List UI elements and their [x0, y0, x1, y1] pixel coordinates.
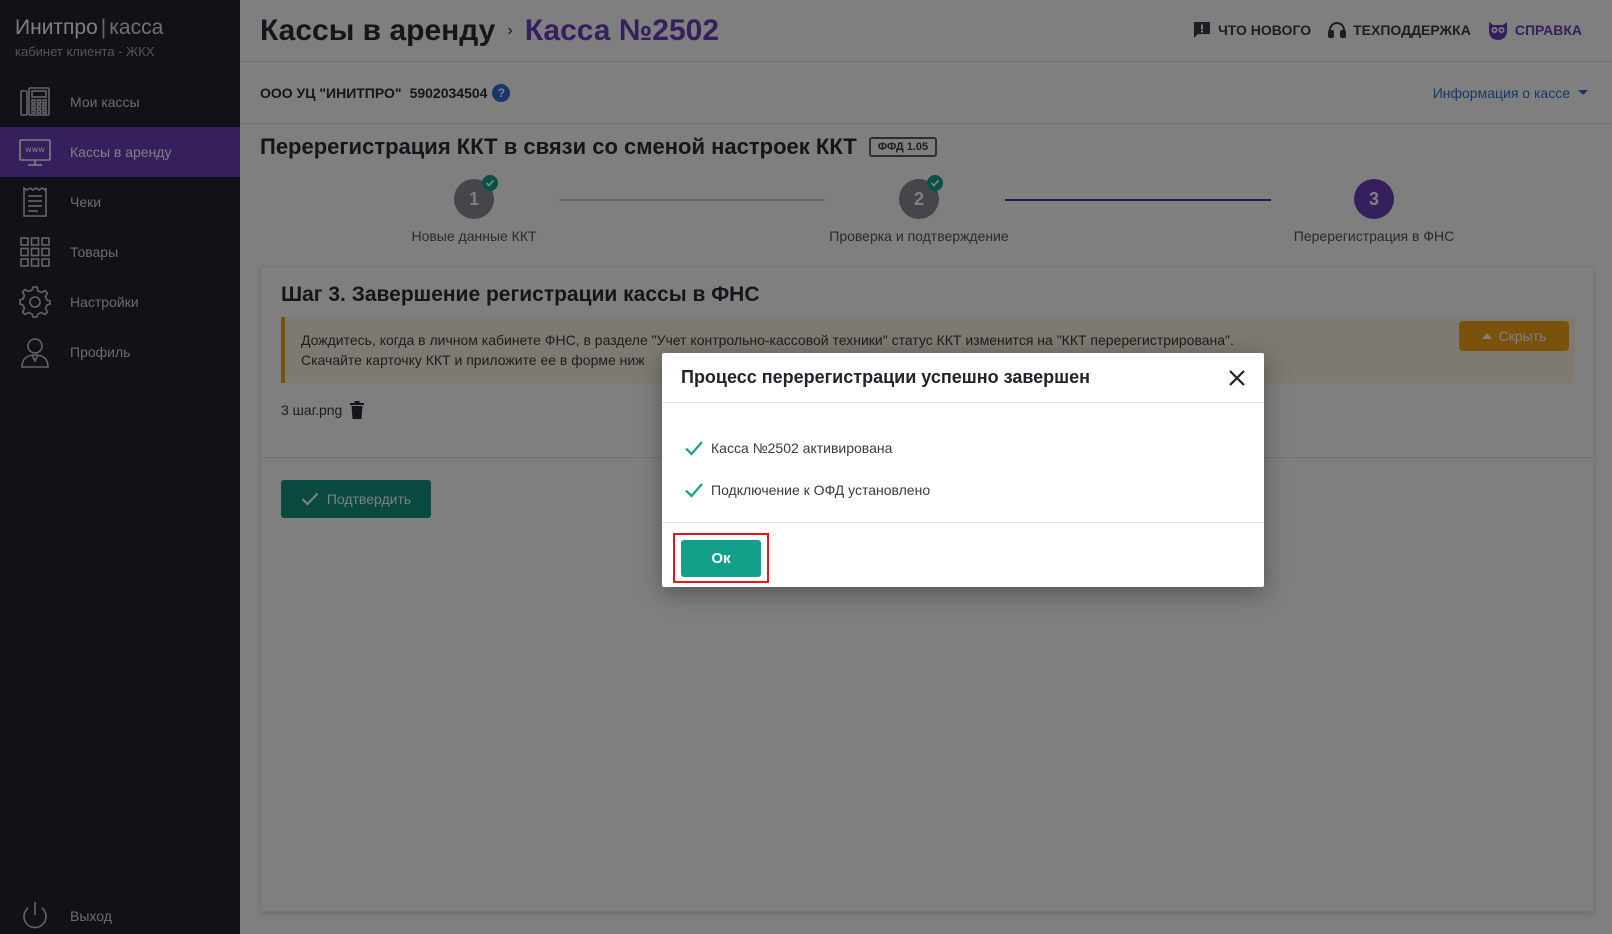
close-icon[interactable] — [1224, 365, 1250, 391]
modal-footer: Ок — [662, 523, 1264, 587]
modal-title: Процесс перерегистрации успешно завершен — [681, 367, 1091, 387]
modal-header: Процесс перерегистрации успешно завершен — [662, 353, 1264, 403]
success-modal: Процесс перерегистрации успешно завершен… — [662, 353, 1264, 587]
modal-list-item: Касса №2502 активирована — [684, 427, 1264, 469]
modal-list-item: Подключение к ОФД установлено — [684, 469, 1264, 511]
check-icon — [684, 440, 704, 456]
modal-body: Касса №2502 активирована Подключение к О… — [662, 403, 1264, 523]
modal-item-text: Касса №2502 активирована — [711, 440, 893, 456]
check-icon — [684, 482, 704, 498]
ok-button[interactable]: Ок — [681, 540, 761, 577]
modal-item-text: Подключение к ОФД установлено — [711, 482, 931, 498]
